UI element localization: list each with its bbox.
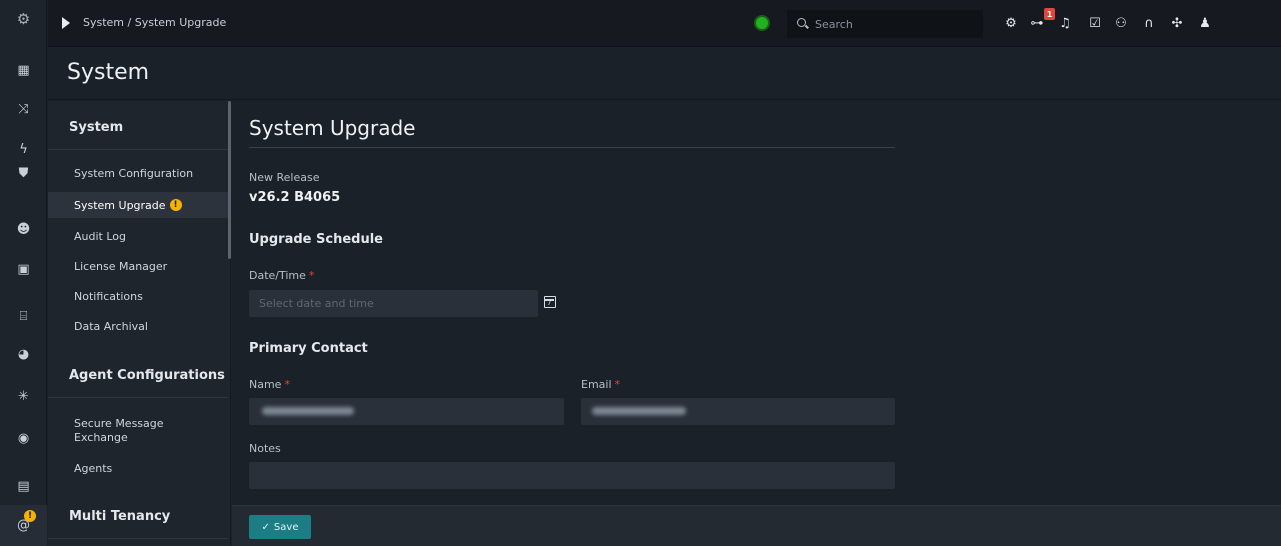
bolt-icon[interactable]: ϟ bbox=[0, 136, 47, 162]
primary-contact-heading: Primary Contact bbox=[249, 341, 368, 356]
breadcrumb[interactable]: System / System Upgrade bbox=[83, 16, 226, 29]
nav-item-label: Notifications bbox=[74, 289, 143, 303]
headset-icon[interactable]: ∩ bbox=[1138, 12, 1160, 34]
shield-icon[interactable]: ⛊ bbox=[0, 160, 47, 186]
datetime-label-text: Date/Time bbox=[249, 269, 306, 282]
user-group-icon[interactable]: ⚇ bbox=[1110, 12, 1132, 34]
nav-item-audit-log[interactable]: Audit Log bbox=[48, 223, 229, 249]
new-release-value: v26.2 B4065 bbox=[249, 190, 341, 205]
nav-item-system-upgrade[interactable]: System Upgrade! bbox=[48, 192, 229, 218]
search-box[interactable] bbox=[787, 10, 983, 38]
name-label: Name * bbox=[249, 378, 290, 391]
notes-field[interactable] bbox=[249, 462, 895, 489]
nav-item-notifications[interactable]: Notifications bbox=[48, 283, 229, 309]
nav-divider bbox=[48, 538, 228, 539]
settings-icon[interactable]: ⚙ bbox=[1000, 12, 1022, 34]
nav-item-label: System Configuration bbox=[74, 166, 194, 180]
status-indicator-icon[interactable] bbox=[756, 17, 768, 29]
bell-icon[interactable]: ♫ bbox=[1054, 12, 1076, 34]
save-button-label: Save bbox=[273, 521, 299, 533]
email-label: Email * bbox=[581, 378, 620, 391]
name-label-text: Name bbox=[249, 378, 282, 391]
play-icon[interactable] bbox=[62, 17, 70, 29]
nav-item-label: Secure Message Exchange bbox=[74, 417, 164, 444]
dashboard-icon[interactable]: ▦ bbox=[0, 57, 47, 83]
nav-item-license-manager[interactable]: License Manager bbox=[48, 253, 229, 279]
calendar-icon[interactable] bbox=[544, 296, 556, 308]
settings-nav: System System Configuration System Upgra… bbox=[48, 101, 231, 546]
form-footer: ✓ Save bbox=[232, 505, 1281, 546]
notes-label: Notes bbox=[249, 442, 281, 455]
upgrade-form: System Upgrade New Release v26.2 B4065 U… bbox=[232, 101, 1281, 505]
required-mark: * bbox=[308, 269, 315, 282]
users-icon[interactable]: ☻ bbox=[0, 216, 47, 242]
icon-rail: ⚙ ▦ ⤨ ϟ ⛊ ☻ ▣ ⌸ ◕ ✳ ◉ ▤ @ ! bbox=[0, 0, 47, 546]
nav-item-label: Data Archival bbox=[74, 319, 148, 333]
required-mark: * bbox=[614, 378, 621, 391]
section-title: System Upgrade bbox=[249, 116, 416, 140]
nav-section-system[interactable]: System bbox=[48, 120, 230, 135]
nav-item-label: Agents bbox=[74, 461, 113, 475]
name-redacted-value bbox=[262, 407, 354, 415]
search-input[interactable] bbox=[815, 16, 975, 32]
upgrade-schedule-heading: Upgrade Schedule bbox=[249, 232, 383, 247]
nav-item-data-archival[interactable]: Data Archival bbox=[48, 313, 229, 339]
user-icon[interactable]: ♟ bbox=[1194, 12, 1216, 34]
required-mark: * bbox=[284, 378, 290, 391]
nav-scrollbar[interactable] bbox=[228, 101, 231, 259]
save-button[interactable]: ✓ Save bbox=[249, 515, 311, 539]
nav-item-label: Audit Log bbox=[74, 229, 126, 243]
email-label-text: Email bbox=[581, 378, 612, 391]
search-icon bbox=[797, 18, 806, 27]
page-title: System bbox=[67, 60, 150, 85]
datetime-label: Date/Time * bbox=[249, 269, 314, 282]
nav-item-system-configuration[interactable]: System Configuration bbox=[48, 160, 229, 186]
report-icon[interactable]: ▣ bbox=[0, 256, 47, 282]
nav-divider bbox=[48, 397, 228, 398]
notification-badge: 1 bbox=[1044, 8, 1055, 20]
nav-divider bbox=[48, 149, 228, 150]
shuffle-icon[interactable]: ⤨ bbox=[0, 96, 47, 122]
top-bar: System / System Upgrade ⚙ ⊶ ♫ 1 ☑ ⚇ ∩ ✣ … bbox=[48, 0, 1281, 47]
check-icon: ✓ bbox=[261, 521, 270, 533]
integrations-icon[interactable]: ✣ bbox=[1166, 12, 1188, 34]
new-release-label: New Release bbox=[249, 171, 320, 184]
nav-section-multi-tenancy[interactable]: Multi Tenancy bbox=[48, 509, 230, 524]
nav-item-secure-message-exchange[interactable]: Secure Message Exchange bbox=[48, 415, 198, 449]
briefcase-icon[interactable]: ⌸ bbox=[0, 303, 47, 329]
pie-chart-icon[interactable]: ◕ bbox=[0, 341, 47, 367]
rail-warning-badge: ! bbox=[24, 510, 36, 522]
page-header: System bbox=[48, 48, 1281, 100]
bug-icon[interactable]: ✳ bbox=[0, 383, 47, 409]
email-redacted-value bbox=[592, 407, 686, 415]
nav-section-agent-configurations[interactable]: Agent Configurations bbox=[48, 368, 230, 383]
title-divider bbox=[249, 147, 895, 148]
warning-icon: ! bbox=[169, 199, 182, 211]
trash-icon[interactable]: ▤ bbox=[0, 473, 47, 499]
nav-item-agents[interactable]: Agents bbox=[48, 455, 229, 481]
checklist-icon[interactable]: ☑ bbox=[1084, 12, 1106, 34]
datetime-input[interactable] bbox=[249, 290, 538, 317]
logo-icon[interactable]: ⚙ bbox=[0, 6, 47, 32]
nav-item-label: System Upgrade bbox=[74, 198, 166, 212]
nav-item-label: License Manager bbox=[74, 259, 168, 273]
target-icon[interactable]: ◉ bbox=[0, 425, 47, 451]
